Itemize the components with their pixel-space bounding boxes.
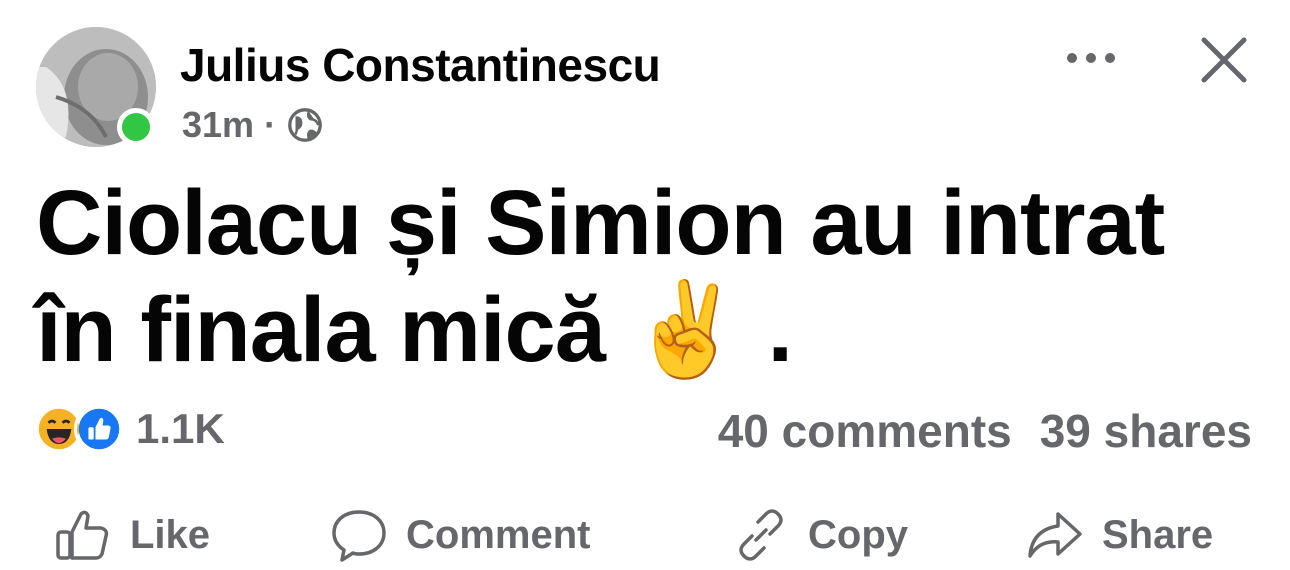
comment-button[interactable]: Comment bbox=[330, 500, 590, 570]
globe-icon[interactable] bbox=[286, 106, 324, 144]
reactions-summary[interactable]: 1.1K bbox=[34, 404, 225, 454]
author-name[interactable]: Julius Constantinescu bbox=[180, 38, 661, 92]
comments-count[interactable]: 40 comments bbox=[718, 404, 1012, 458]
reaction-count: 1.1K bbox=[136, 405, 225, 452]
post-text: Ciolacu și Simion au intrat în finala mi… bbox=[36, 170, 1266, 384]
comment-bubble-icon bbox=[332, 510, 386, 562]
copy-link-button[interactable]: Copy bbox=[732, 500, 908, 570]
meta-separator: · bbox=[264, 104, 277, 145]
close-icon bbox=[1201, 37, 1247, 83]
comment-label: Comment bbox=[406, 512, 591, 557]
close-button[interactable] bbox=[1196, 32, 1252, 88]
like-button[interactable]: Like bbox=[54, 500, 210, 570]
shares-count[interactable]: 39 shares bbox=[1040, 404, 1252, 458]
post-time[interactable]: 31m bbox=[182, 104, 254, 146]
more-options-button[interactable] bbox=[1062, 38, 1122, 78]
post-meta: 31m · bbox=[182, 104, 324, 146]
post-stats: 40 comments 39 shares bbox=[718, 404, 1252, 458]
ellipsis-icon bbox=[1067, 53, 1115, 63]
post-text-line-2: în finala mică ✌️ . bbox=[36, 279, 793, 381]
thumbs-up-icon bbox=[56, 510, 109, 560]
share-label: Share bbox=[1102, 512, 1214, 557]
online-status-dot bbox=[117, 108, 155, 146]
action-bar: Like Comment Copy Share bbox=[0, 500, 1290, 570]
link-icon bbox=[739, 509, 783, 561]
like-reaction-icon bbox=[74, 404, 124, 454]
share-arrow-icon bbox=[1028, 512, 1082, 558]
share-button[interactable]: Share bbox=[1026, 500, 1213, 570]
post-text-line-1: Ciolacu și Simion au intrat bbox=[36, 172, 1165, 274]
like-label: Like bbox=[130, 512, 211, 557]
copy-label: Copy bbox=[808, 512, 908, 557]
